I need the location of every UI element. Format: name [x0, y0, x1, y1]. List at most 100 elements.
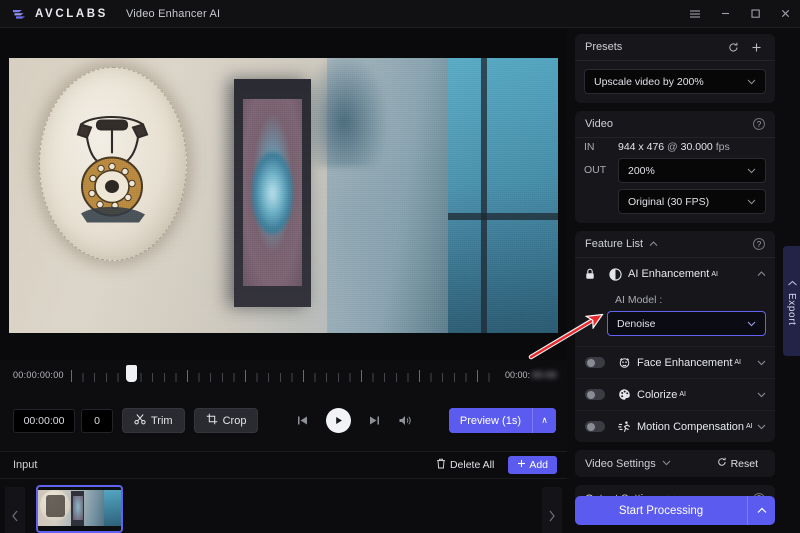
trim-button[interactable]: Trim [122, 408, 185, 433]
lock-icon [585, 268, 605, 280]
window-controls [680, 0, 800, 28]
main-area: 00:00:00:00 00:00: 00:00 00:00:00 0 Trim… [0, 28, 567, 533]
presets-title: Presets [585, 41, 623, 53]
timeline-end-timecode: 00:00: 00:00 [505, 370, 557, 380]
feature-superscript-ai: AI [679, 391, 686, 398]
input-thumbnail-list: ████████. p4 [0, 479, 567, 533]
start-processing-button[interactable]: Start Processing [575, 496, 747, 525]
timeline-end-prefix: 00:00: [504, 370, 530, 380]
help-icon[interactable]: ? [753, 238, 765, 250]
preset-select[interactable]: Upscale video by 200% [584, 69, 766, 94]
toggle-motion-compensation[interactable] [585, 421, 605, 432]
reset-label: Reset [730, 457, 758, 470]
chevron-down-icon [747, 77, 756, 87]
preview-button[interactable]: Preview (1s) [448, 408, 532, 433]
start-processing-caret-icon[interactable] [747, 496, 775, 525]
maximize-icon[interactable] [740, 0, 770, 28]
in-label: IN [584, 141, 595, 153]
chevron-up-icon[interactable] [649, 238, 658, 250]
export-label: Export [786, 292, 797, 326]
hamburger-menu-icon[interactable] [680, 0, 710, 28]
right-sidebar: Presets Upscale video by 200% Video ? IN… [567, 28, 783, 533]
brand-name: AVCLABS [35, 7, 108, 20]
scroll-right-chevron-icon[interactable] [542, 487, 562, 533]
feature-label-ai-enhancement: AI Enhancement [628, 268, 710, 280]
timeline-end-hidden: 00:00 [531, 370, 557, 380]
chevron-down-icon[interactable] [757, 358, 766, 368]
start-processing-group: Start Processing [575, 496, 775, 525]
crop-button[interactable]: Crop [193, 408, 259, 433]
play-button[interactable] [325, 408, 351, 433]
add-button[interactable]: Add [508, 456, 557, 474]
chevron-left-icon [786, 279, 798, 286]
reset-button[interactable]: Reset [710, 455, 765, 472]
input-panel-header: Input Delete All Add [0, 452, 567, 479]
chevron-down-icon [747, 166, 756, 176]
in-at-symbol: @ [667, 141, 678, 153]
preview-button-group: Preview (1s) ∧ [448, 408, 556, 433]
input-panel-actions: Delete All Add [429, 455, 557, 475]
skip-previous-icon[interactable] [296, 414, 309, 427]
feature-list-header[interactable]: Feature List ? [575, 231, 775, 258]
feature-list-card: Feature List ? AI Enhancement AI AI Mode… [575, 231, 775, 442]
add-preset-icon[interactable] [748, 39, 765, 56]
timeline-track[interactable] [70, 360, 499, 390]
feature-row-ai-enhancement[interactable]: AI Enhancement AI [575, 258, 775, 290]
ai-model-select[interactable]: Denoise [607, 311, 766, 336]
timeline-playhead[interactable] [125, 365, 137, 382]
skip-next-icon[interactable] [368, 414, 381, 427]
out-label: OUT [584, 164, 607, 176]
help-icon[interactable]: ? [753, 118, 765, 130]
video-letterbox-top [9, 53, 558, 58]
video-card-header: Video ? [575, 111, 775, 138]
output-framerate-value: Original (30 FPS) [628, 195, 710, 208]
feature-label-face-enhancement: Face Enhancement [637, 356, 733, 369]
running-person-icon [614, 420, 634, 433]
output-scale-select[interactable]: 200% [618, 158, 766, 183]
video-preview-frame[interactable] [9, 53, 558, 338]
video-card-title: Video [585, 118, 613, 130]
speaker-icon[interactable] [398, 414, 412, 427]
title-bar: AVCLABS Video Enhancer AI [0, 0, 800, 28]
current-frame-field[interactable]: 0 [81, 408, 113, 433]
player-control-bar: 00:00:00 0 Trim Crop Preview (1s) ∧ [0, 390, 567, 452]
trim-label: Trim [151, 414, 173, 427]
app-title: Video Enhancer AI [125, 7, 221, 20]
preset-selected-value: Upscale video by 200% [594, 75, 704, 88]
input-panel-title: Input [13, 459, 38, 471]
video-in-row: IN 944 x 476 @ 30.000 fps [575, 138, 775, 153]
refresh-icon[interactable] [725, 39, 742, 56]
export-side-tab[interactable]: Export [783, 246, 800, 356]
chevron-down-icon[interactable] [757, 422, 766, 432]
video-settings-card[interactable]: Video Settings Reset [575, 450, 775, 477]
video-out-row: OUT 200% Original (30 FPS) [575, 153, 775, 223]
delete-all-label: Delete All [449, 459, 495, 471]
feature-row-face-enhancement[interactable]: Face Enhancement AI [575, 346, 775, 378]
delete-all-button[interactable]: Delete All [429, 455, 501, 475]
output-framerate-select[interactable]: Original (30 FPS) [618, 189, 766, 214]
toggle-colorize[interactable] [585, 389, 605, 400]
toggle-face-enhancement[interactable] [585, 357, 605, 368]
list-item[interactable]: ████████. p4 [36, 485, 123, 533]
app-window: AVCLABS Video Enhancer AI 00:00:00:00 00… [0, 0, 800, 533]
chevron-down-icon[interactable] [757, 390, 766, 400]
minimize-icon[interactable] [710, 0, 740, 28]
feature-list-actions: ? [753, 238, 765, 250]
video-card: Video ? IN 944 x 476 @ 30.000 fps OUT 20… [575, 111, 775, 223]
chevron-up-icon[interactable] [757, 269, 766, 279]
output-scale-value: 200% [628, 164, 655, 177]
feature-row-colorize[interactable]: Colorize AI [575, 378, 775, 410]
feature-row-motion-compensation[interactable]: Motion Compensation AI [575, 410, 775, 442]
video-preview-stage [0, 28, 567, 360]
ai-model-label: AI Model : [615, 294, 663, 306]
thumbnail-image[interactable] [36, 485, 123, 533]
playback-controls [296, 408, 412, 433]
chevron-down-icon[interactable] [662, 459, 671, 468]
preview-dropdown-caret-icon[interactable]: ∧ [532, 408, 556, 433]
current-timecode-field[interactable]: 00:00:00 [13, 408, 75, 433]
crop-icon [206, 413, 218, 428]
timeline-ruler[interactable]: 00:00:00:00 00:00: 00:00 [0, 360, 567, 390]
close-icon[interactable] [770, 0, 800, 28]
scroll-left-chevron-icon[interactable] [5, 487, 25, 533]
feature-superscript-ai: AI [711, 270, 718, 278]
